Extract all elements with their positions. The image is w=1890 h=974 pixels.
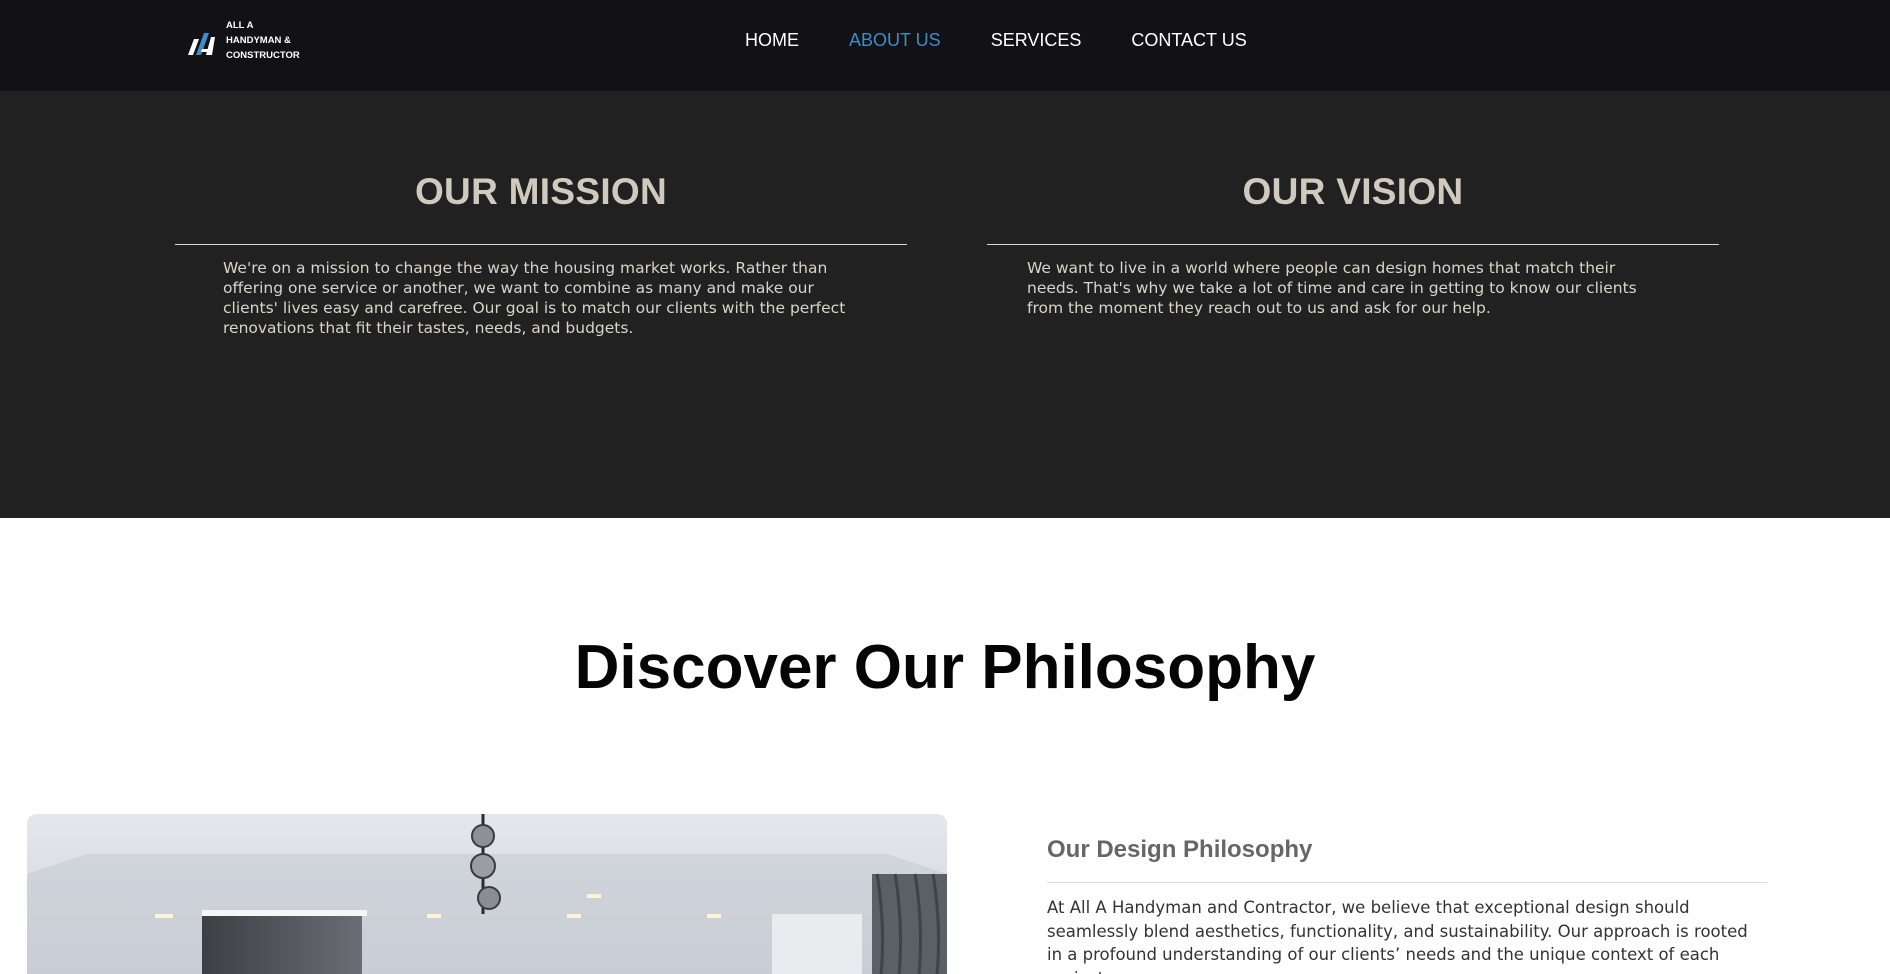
interior-photo	[27, 814, 947, 974]
logo-line: CONSTRUCTOR	[226, 50, 300, 61]
interior-illustration	[27, 814, 947, 974]
mission-divider	[175, 244, 907, 245]
design-philosophy-divider	[1047, 882, 1767, 883]
logo[interactable]: ALL A HANDYMAN & CONSTRUCTOR	[188, 18, 300, 63]
philosophy-heading: Discover Our Philosophy	[574, 633, 1316, 702]
mission-text: We're on a mission to change the way the…	[223, 259, 846, 337]
vision-text: We want to live in a world where people …	[1027, 259, 1637, 317]
logo-icon	[188, 32, 215, 55]
site-header: ALL A HANDYMAN & CONSTRUCTOR HOME ABOUT …	[0, 0, 1890, 91]
logo-line: HANDYMAN &	[226, 35, 291, 46]
design-philosophy-title: Our Design Philosophy	[1047, 836, 1313, 863]
mission-vision-section: OUR MISSION We're on a mission to change…	[0, 91, 1890, 518]
main-nav: HOME ABOUT US SERVICES CONTACT US	[745, 30, 1297, 50]
design-philosophy-text: At All A Handyman and Contractor, we bel…	[1047, 898, 1748, 974]
vision-title: OUR VISION	[1242, 171, 1464, 212]
logo-line: ALL A	[226, 20, 254, 31]
mission-title: OUR MISSION	[414, 171, 668, 212]
nav-contact-us[interactable]: CONTACT US	[1131, 30, 1246, 50]
logo-text: ALL A HANDYMAN & CONSTRUCTOR	[226, 18, 300, 63]
nav-home[interactable]: HOME	[745, 30, 799, 50]
nav-about-us[interactable]: ABOUT US	[849, 30, 941, 50]
vision-divider	[987, 244, 1719, 245]
nav-services[interactable]: SERVICES	[991, 30, 1082, 50]
